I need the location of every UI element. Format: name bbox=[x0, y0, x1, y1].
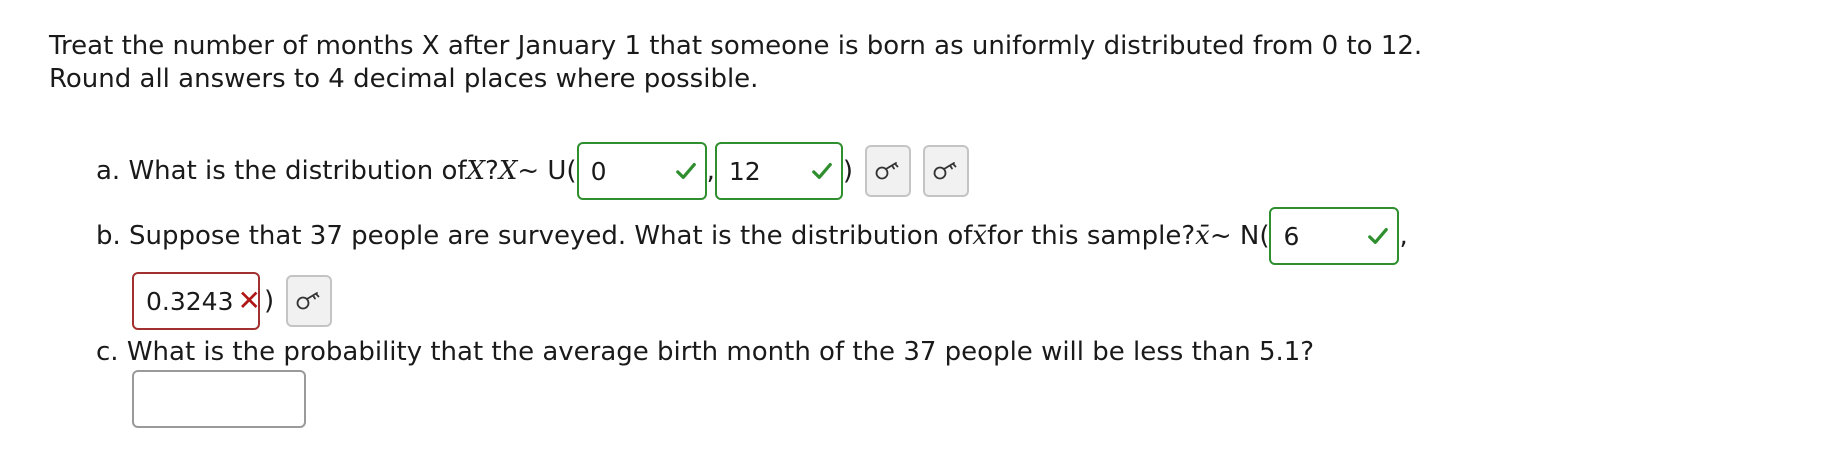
part-b-tilde: ~ N( bbox=[1209, 221, 1270, 251]
part-c-answer-input[interactable] bbox=[132, 370, 306, 428]
part-c-answer-row bbox=[132, 370, 306, 428]
part-a-answer-2-input[interactable]: 12 bbox=[714, 142, 843, 200]
part-b-answer-2-input[interactable]: 0.3243 ✕ bbox=[132, 272, 261, 330]
key-icon bbox=[933, 162, 957, 180]
part-b-answer-2-key-button[interactable] bbox=[286, 275, 333, 327]
part-a-label: a. What is the distribution of bbox=[96, 156, 467, 186]
part-c-row: c. What is the probability that the aver… bbox=[96, 337, 1314, 367]
part-b-answer-2-value: 0.3243 bbox=[146, 286, 234, 316]
part-a-answer-2-value: 12 bbox=[728, 156, 761, 186]
check-icon bbox=[811, 162, 832, 180]
part-b-row-2: 0.3243 ✕ ) bbox=[132, 272, 333, 330]
problem-statement: Treat the number of months X after Janua… bbox=[49, 30, 1422, 96]
part-b-answer-1-value: 6 bbox=[1283, 221, 1300, 251]
x-mark-icon: ✕ bbox=[237, 284, 261, 317]
part-a-row: a. What is the distribution of X ? X ~ U… bbox=[96, 142, 969, 200]
part-b-mid: for this sample? bbox=[987, 221, 1196, 251]
part-a-question: ? bbox=[485, 156, 499, 186]
part-a-var: X bbox=[466, 156, 486, 186]
part-b-label: b. Suppose that 37 people are surveyed. … bbox=[96, 221, 973, 251]
part-b-answer-1-input[interactable]: 6 bbox=[1269, 207, 1400, 265]
part-a-answer-2-key-button[interactable] bbox=[923, 145, 969, 197]
key-icon bbox=[875, 162, 899, 180]
part-a-close: ) bbox=[842, 156, 853, 186]
part-b-var2: x̄ bbox=[1195, 221, 1210, 251]
check-icon bbox=[675, 162, 696, 180]
problem-line-2: Round all answers to 4 decimal places wh… bbox=[49, 64, 759, 94]
part-b-separator: , bbox=[1399, 221, 1408, 251]
part-a-tilde: ~ U( bbox=[517, 156, 577, 186]
part-a-var2: X bbox=[498, 156, 518, 186]
part-a-answer-1-input[interactable]: 0 bbox=[576, 142, 707, 200]
key-icon bbox=[296, 292, 320, 310]
problem-line-1: Treat the number of months X after Janua… bbox=[49, 31, 1423, 61]
part-a-answer-1-value: 0 bbox=[590, 156, 607, 186]
check-icon bbox=[1368, 227, 1389, 245]
part-a-separator: , bbox=[706, 156, 715, 186]
part-a-answer-1-key-button[interactable] bbox=[865, 145, 911, 197]
part-b-close: ) bbox=[264, 286, 275, 316]
part-b-var: x̄ bbox=[972, 221, 988, 251]
part-b-row: b. Suppose that 37 people are surveyed. … bbox=[96, 207, 1408, 265]
part-c-label: c. What is the probability that the aver… bbox=[96, 337, 1315, 367]
